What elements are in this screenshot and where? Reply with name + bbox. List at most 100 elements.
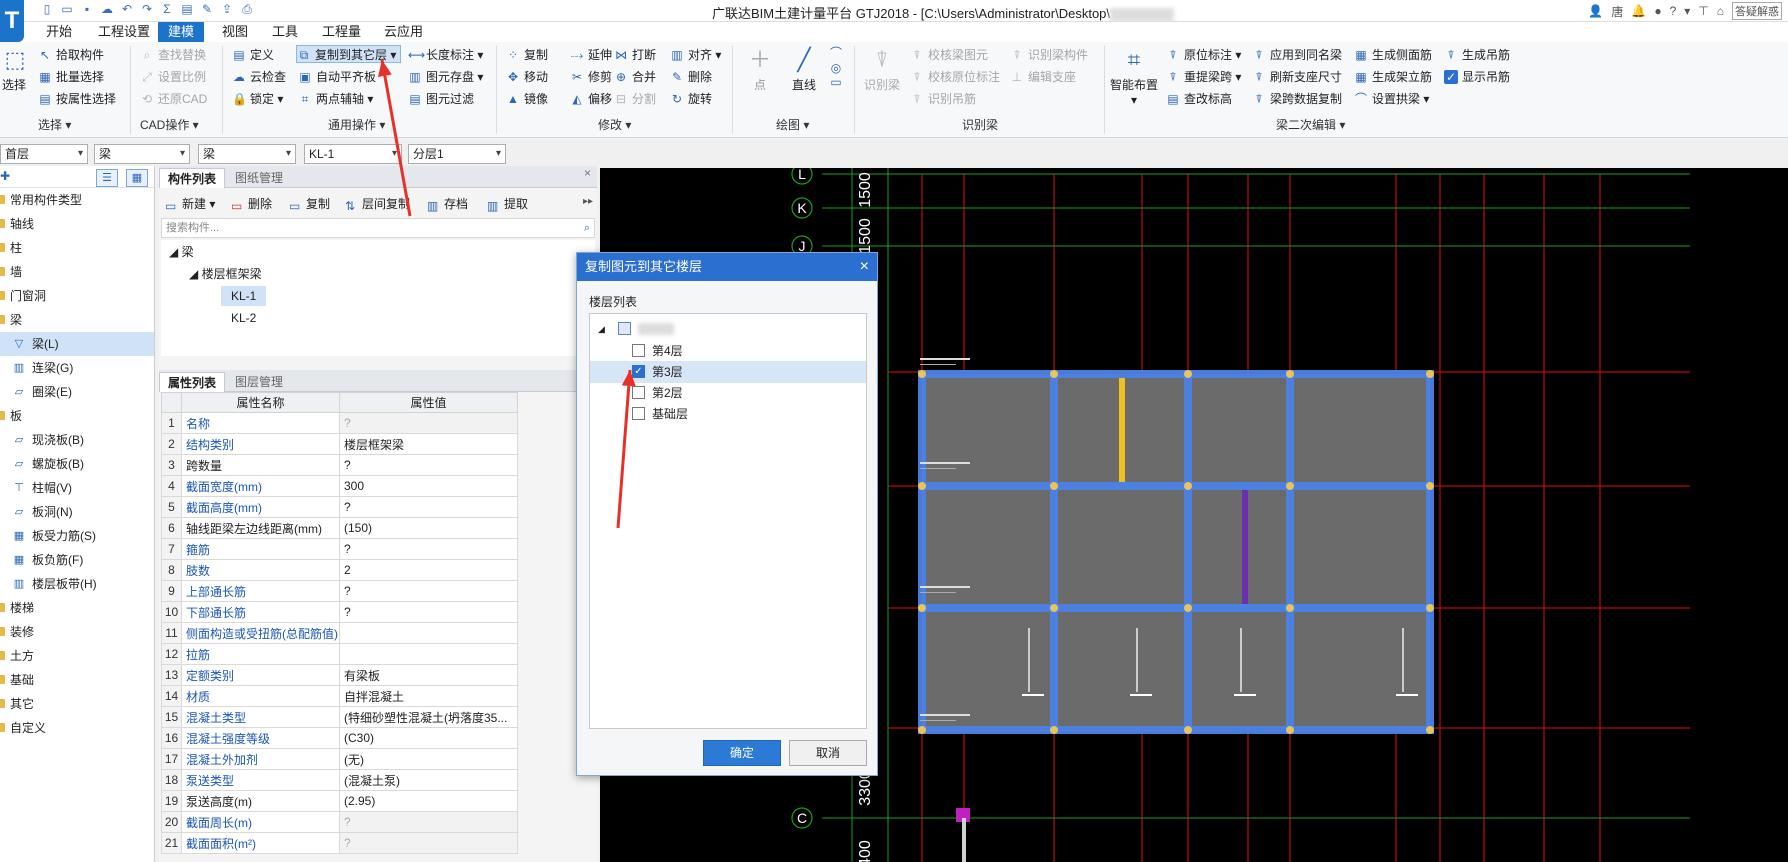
extend-button[interactable]: ⤏ 延伸 <box>570 46 612 64</box>
property-row[interactable]: 11 侧面构造或受扭筋(总配筋值) <box>161 622 518 644</box>
property-row[interactable]: 2 结构类别 楼层框架梁 <box>161 433 518 455</box>
element-filter-button[interactable]: ▤ 图元过滤 <box>408 90 474 108</box>
report-icon[interactable]: ▤ <box>180 2 194 16</box>
property-value[interactable] <box>339 622 518 644</box>
tab-quantities[interactable]: 工程量 <box>312 22 371 42</box>
property-row[interactable]: 19 泵送高度(m) (2.95) <box>161 790 518 812</box>
tab-view[interactable]: 视图 <box>212 22 258 42</box>
property-row[interactable]: 3 跨数量? <box>161 454 518 476</box>
shirt-icon[interactable]: ⊤ <box>1698 4 1708 18</box>
delete-component-button[interactable]: ▭ 删除 <box>231 195 272 213</box>
help-icon[interactable]: ? <box>1670 4 1677 18</box>
floor-root[interactable]: ◢ <box>590 318 866 340</box>
property-row[interactable]: 6 轴线距梁左边线距离(mm) (150) <box>161 517 518 539</box>
tab-layer-management[interactable]: 图层管理 <box>227 372 291 392</box>
nav-item[interactable]: 楼梯 <box>0 596 154 620</box>
line-button[interactable]: ╱ 直线 <box>786 46 822 93</box>
floor-row[interactable]: 基础层 <box>590 403 866 425</box>
export-icon[interactable]: ⇪ <box>220 2 234 16</box>
nav-item[interactable]: 其它 <box>0 692 154 716</box>
property-value[interactable]: ? <box>339 601 518 623</box>
cloud-icon[interactable]: ☁ <box>100 2 114 16</box>
open-file-icon[interactable]: ▭ <box>60 2 74 16</box>
offset-button[interactable]: ◭ 偏移 <box>570 90 612 108</box>
skin-icon[interactable]: ▾ <box>1684 4 1690 18</box>
auto-align-slab-button[interactable]: ▣ 自动平齐板 <box>298 68 376 86</box>
property-value[interactable]: ? <box>339 538 518 560</box>
grid-view-icon[interactable]: ▦ <box>126 169 148 187</box>
floor-checkbox[interactable]: ✓ <box>632 365 645 378</box>
property-value[interactable]: 有梁板 <box>339 664 518 686</box>
split-button[interactable]: ⊟ 分割 <box>614 90 656 108</box>
type-select[interactable]: 梁 <box>198 144 296 164</box>
align-button[interactable]: ▥ 对齐 ▾ <box>670 46 721 64</box>
property-row[interactable]: 15 混凝土类型 (特细砂塑性混凝土(坍落度35... <box>161 706 518 728</box>
tab-drawing-management[interactable]: 图纸管理 <box>227 168 291 188</box>
length-dimension-button[interactable]: ⟷ 长度标注 ▾ <box>408 46 483 64</box>
dialog-close-icon[interactable]: × <box>860 253 869 281</box>
floor-checkbox[interactable] <box>632 407 645 420</box>
copy-to-other-floor-button[interactable]: ⧉ 复制到其它层 ▾ <box>296 45 402 63</box>
copy-button[interactable]: ⁘ 复制 <box>506 46 548 64</box>
ok-button[interactable]: 确定 <box>703 740 781 766</box>
nav-item[interactable]: 墙 <box>0 260 154 284</box>
property-row[interactable]: 4 截面宽度(mm) 300 <box>161 475 518 497</box>
draw-group-label[interactable]: 绘图 ▾ <box>776 116 809 133</box>
select-group-label[interactable]: 选择 ▾ <box>38 116 71 133</box>
new-file-icon[interactable]: ▯ <box>40 2 54 16</box>
check-elevation-button[interactable]: ▤ 查改标高 <box>1166 90 1232 108</box>
redo-icon[interactable]: ↷ <box>140 2 154 16</box>
floor-row[interactable]: 第2层 <box>590 382 866 404</box>
property-row[interactable]: 9 上部通长筋? <box>161 580 518 602</box>
element-save-button[interactable]: ▥ 图元存盘 ▾ <box>408 68 483 86</box>
property-value[interactable]: (2.95) <box>339 790 518 812</box>
recompute-beam-span-button[interactable]: ⍒ 重提梁跨 ▾ <box>1166 68 1241 86</box>
batch-select-button[interactable]: ▦ 批量选择 <box>38 68 104 86</box>
cloud-check-button[interactable]: ☁ 云检查 <box>232 68 286 86</box>
floor-row[interactable]: ✓ 第3层 <box>590 361 866 383</box>
nav-item[interactable]: 板 <box>0 404 154 428</box>
property-row[interactable]: 17 混凝土外加剂 (无) <box>161 748 518 770</box>
nav-item[interactable]: ▦ 板受力筋(S) <box>0 524 154 548</box>
component-search-input[interactable]: 搜索构件... ⌕ <box>161 218 595 238</box>
property-value[interactable] <box>339 643 518 665</box>
tab-property-list[interactable]: 属性列表 <box>159 372 226 392</box>
user-icon[interactable]: 👤 <box>1588 4 1603 18</box>
message-icon[interactable]: ● <box>1654 4 1661 18</box>
generate-erection-bar-button[interactable]: ▦ 生成架立筋 <box>1354 68 1432 86</box>
cad-group-label[interactable]: CAD操作 ▾ <box>140 116 199 133</box>
extract-button[interactable]: ▥ 提取 <box>487 195 528 213</box>
property-row[interactable]: 20 截面周长(m)? <box>161 811 518 833</box>
search-box[interactable]: 答疑解惑 <box>1732 2 1782 20</box>
cancel-button[interactable]: 取消 <box>789 740 867 766</box>
two-point-axis-button[interactable]: ⌗ 两点辅轴 ▾ <box>298 90 374 108</box>
undo-icon[interactable]: ↶ <box>120 2 134 16</box>
modify-group-label[interactable]: 修改 ▾ <box>598 116 631 133</box>
nav-item[interactable]: ▱ 圈梁(E) <box>0 380 154 404</box>
print-icon[interactable]: ⎙ <box>240 2 254 16</box>
set-arch-beam-button[interactable]: ⌒ 设置拱梁 ▾ <box>1354 90 1429 108</box>
nav-item[interactable]: ▱ 现浇板(B) <box>0 428 154 452</box>
new-component-button[interactable]: ▭ 新建 ▾ <box>165 195 215 213</box>
tab-tools[interactable]: 工具 <box>262 22 308 42</box>
property-value[interactable]: ? <box>339 496 518 518</box>
find-replace-button[interactable]: ⌕ 查找替换 <box>140 46 206 64</box>
identify-beam-button[interactable]: ⍒ 识别梁 <box>860 46 904 93</box>
nav-item[interactable]: 门窗洞 <box>0 284 154 308</box>
property-value[interactable]: 2 <box>339 559 518 581</box>
nav-item[interactable]: ▥ 连梁(G) <box>0 356 154 380</box>
show-hanger-checkbox[interactable]: ✓ 显示吊筋 <box>1444 68 1510 86</box>
nav-item[interactable]: 轴线 <box>0 212 154 236</box>
property-row[interactable]: 13 定额类别 有梁板 <box>161 664 518 686</box>
property-row[interactable]: 21 截面面积(m²)? <box>161 832 518 854</box>
delete-button[interactable]: ✎ 删除 <box>670 68 712 86</box>
lock-button[interactable]: 🔒 锁定 ▾ <box>232 90 283 108</box>
restore-cad-button[interactable]: ⟲ 还原CAD <box>140 90 207 108</box>
move-button[interactable]: ✥ 移动 <box>506 68 548 86</box>
edit-support-button[interactable]: ⊥ 编辑支座 <box>1010 68 1076 86</box>
common-group-label[interactable]: 通用操作 ▾ <box>328 116 385 133</box>
nav-item[interactable]: 装修 <box>0 620 154 644</box>
identify-beam-components-button[interactable]: ⍒ 识别梁构件 <box>1010 46 1088 64</box>
collapse-icon[interactable]: ◢ <box>598 318 605 340</box>
edit-icon[interactable]: ✎ <box>200 2 214 16</box>
